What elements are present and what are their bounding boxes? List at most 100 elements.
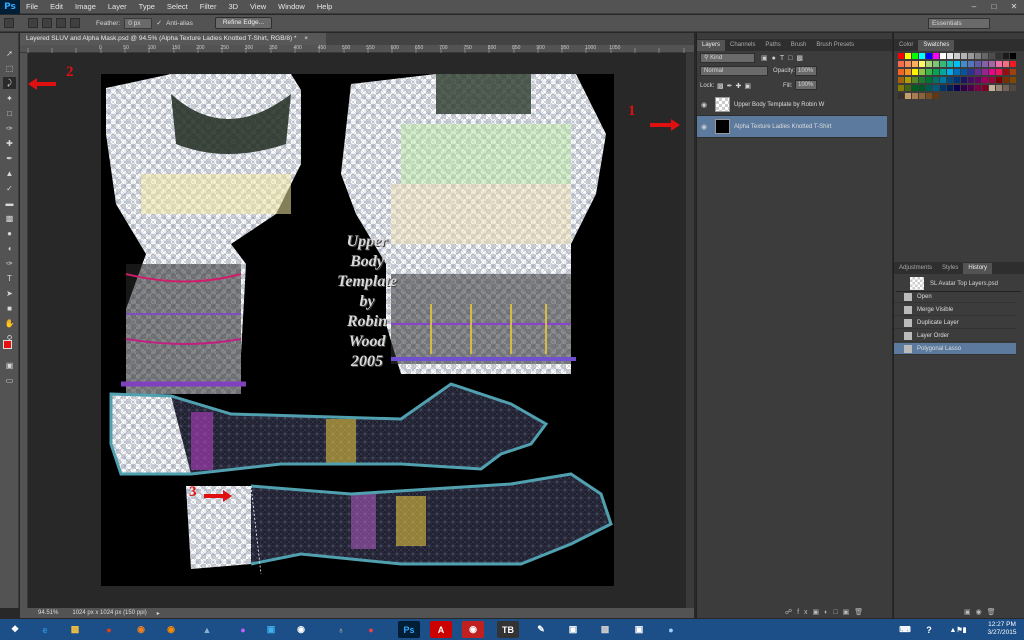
color-swatch[interactable] (912, 77, 918, 83)
menu-3d[interactable]: 3D (222, 0, 244, 14)
color-swatch[interactable] (940, 61, 946, 67)
color-swatch[interactable] (933, 93, 939, 99)
refine-edge-button[interactable]: Refine Edge... (214, 17, 273, 29)
color-swatch[interactable] (954, 61, 960, 67)
rectangle-tool-icon[interactable]: ■ (3, 302, 16, 314)
history-state-selected[interactable]: Polygonal Lasso (894, 343, 1016, 355)
color-swatch[interactable] (940, 69, 946, 75)
tab-adjustments[interactable]: Adjustments (894, 263, 937, 274)
gradient-tool-icon[interactable]: ▩ (3, 212, 16, 224)
history-state[interactable]: Open (894, 291, 1016, 303)
visibility-eye-icon[interactable]: ◉ (697, 101, 711, 109)
layer-actions-icons[interactable]: ☍fx▣◐□▣🗑 (785, 608, 885, 617)
color-swatch[interactable] (961, 69, 967, 75)
color-swatch[interactable] (933, 53, 939, 59)
color-swatch[interactable] (989, 53, 995, 59)
app-icon[interactable]: ● (232, 621, 254, 638)
keyboard-icon[interactable]: ⌨ (898, 621, 912, 638)
color-swatch[interactable] (926, 53, 932, 59)
color-swatch[interactable] (1003, 61, 1009, 67)
color-swatch[interactable] (947, 61, 953, 67)
color-swatch[interactable] (1003, 53, 1009, 59)
feather-input[interactable]: 0 px (124, 17, 153, 29)
color-swatch[interactable] (1010, 61, 1016, 67)
color-swatch[interactable] (905, 77, 911, 83)
layer-row[interactable]: ◉ Upper Body Template by Robin W (697, 94, 887, 116)
color-swatch[interactable] (905, 85, 911, 91)
clone-stamp-tool-icon[interactable]: ▲ (3, 167, 16, 179)
minimize-icon[interactable]: – (964, 0, 984, 14)
opacity-input[interactable]: 100% (795, 66, 817, 76)
antialias-checkbox[interactable]: ✓ (156, 19, 162, 27)
brush-tool-icon[interactable]: ✒ (3, 152, 16, 164)
color-swatch[interactable] (912, 85, 918, 91)
color-swatch[interactable] (968, 77, 974, 83)
internet-explorer-icon[interactable]: e (34, 621, 56, 638)
color-swatch[interactable] (996, 85, 1002, 91)
tab-layers[interactable]: Layers (697, 40, 726, 51)
app-icon[interactable]: ▣ (260, 621, 282, 638)
color-swatch[interactable] (975, 69, 981, 75)
color-swatch[interactable] (898, 93, 904, 99)
color-swatch[interactable] (947, 85, 953, 91)
color-swatch[interactable] (912, 69, 918, 75)
app-icon[interactable]: ✎ (530, 621, 552, 638)
color-swatch[interactable] (919, 85, 925, 91)
lasso-preset-icon[interactable] (4, 18, 14, 28)
color-swatch[interactable] (912, 93, 918, 99)
visibility-eye-icon[interactable]: ◉ (697, 123, 711, 131)
app-icon[interactable]: ▩ (594, 621, 616, 638)
move-tool-icon[interactable]: ➚ (3, 47, 16, 59)
color-swatch[interactable] (898, 77, 904, 83)
menu-layer[interactable]: Layer (102, 0, 133, 14)
system-clock[interactable]: 12:27 PM 3/27/2015 (982, 621, 1022, 637)
start-button-icon[interactable]: ❖ (2, 621, 28, 638)
color-swatch[interactable] (947, 69, 953, 75)
history-state[interactable]: Layer Order (894, 330, 1016, 342)
document-canvas[interactable]: Upper Body Template by Robin Wood 2005 (101, 74, 614, 586)
healing-brush-tool-icon[interactable]: ✚ (3, 137, 16, 149)
color-swatch[interactable] (926, 85, 932, 91)
color-swatch[interactable] (912, 61, 918, 67)
tray-icons[interactable]: ▲⚑▮ (940, 621, 976, 638)
color-swatch[interactable] (968, 85, 974, 91)
color-swatch[interactable] (926, 77, 932, 83)
color-swatch[interactable] (1010, 69, 1016, 75)
app-icon[interactable]: ◉ (290, 621, 312, 638)
menu-help[interactable]: Help (311, 0, 338, 14)
marquee-tool-icon[interactable]: ⬚ (3, 62, 16, 74)
color-swatch[interactable] (961, 85, 967, 91)
app-icon[interactable]: ● (98, 621, 120, 638)
color-swatch[interactable] (926, 69, 932, 75)
blur-tool-icon[interactable]: ● (3, 227, 16, 239)
color-swatch[interactable] (989, 69, 995, 75)
menu-filter[interactable]: Filter (194, 0, 223, 14)
subtract-selection-icon[interactable] (56, 18, 66, 28)
tab-history[interactable]: History (963, 263, 993, 274)
close-icon[interactable]: ✕ (1004, 0, 1024, 14)
color-swatch[interactable] (947, 53, 953, 59)
color-swatch[interactable] (919, 53, 925, 59)
status-menu-arrow-icon[interactable]: ▸ (157, 610, 160, 617)
color-swatch[interactable] (1003, 85, 1009, 91)
color-swatch[interactable] (961, 77, 967, 83)
menu-view[interactable]: View (244, 0, 272, 14)
color-swatch[interactable] (954, 53, 960, 59)
polygonal-lasso-tool-icon[interactable]: ⤸ (3, 77, 16, 89)
color-swatch[interactable] (968, 53, 974, 59)
color-swatch[interactable] (933, 61, 939, 67)
crop-tool-icon[interactable]: □ (3, 107, 16, 119)
menu-image[interactable]: Image (69, 0, 102, 14)
swatch-grid[interactable] (898, 53, 1020, 123)
color-swatch[interactable] (975, 53, 981, 59)
color-swatch[interactable] (975, 61, 981, 67)
lock-icons[interactable]: ▩✒✚▣ (717, 82, 754, 90)
screen-mode-icon[interactable]: ▭ (3, 374, 16, 386)
intersect-selection-icon[interactable] (70, 18, 80, 28)
figure-app-icon[interactable]: ♁ (330, 621, 352, 638)
app-icon[interactable]: ● (660, 621, 682, 638)
maximize-icon[interactable]: □ (984, 0, 1004, 14)
color-swatch[interactable] (1003, 77, 1009, 83)
color-swatch[interactable] (996, 77, 1002, 83)
menu-edit[interactable]: Edit (44, 0, 69, 14)
